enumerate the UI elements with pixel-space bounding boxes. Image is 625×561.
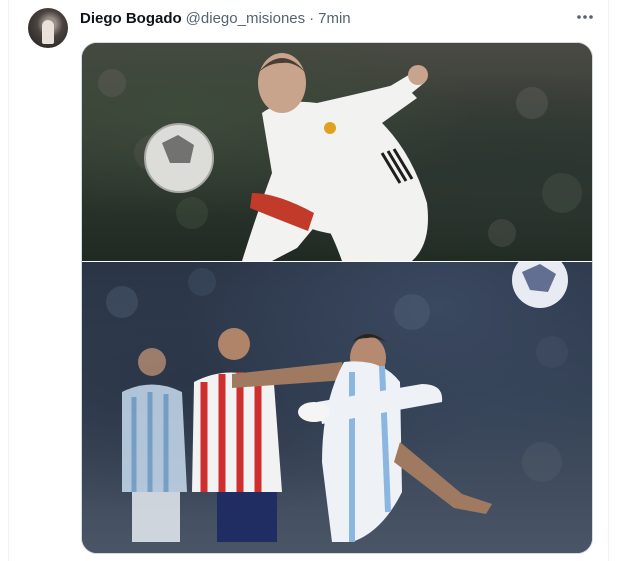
player-figure xyxy=(242,53,428,261)
tweet-media[interactable] xyxy=(81,42,593,554)
media-image-bottom[interactable] xyxy=(82,262,592,553)
separator-dot: · xyxy=(309,9,315,27)
tweet-header: Diego Bogado @diego_misiones · 7min xyxy=(80,8,351,28)
photo-top-illustration xyxy=(98,53,582,261)
ellipsis-icon xyxy=(577,15,593,19)
photo-bottom-illustration xyxy=(106,262,568,542)
background-player-blue xyxy=(122,348,187,542)
more-options-button[interactable] xyxy=(573,7,597,27)
ball-graphic-2 xyxy=(512,262,568,308)
avatar-figure xyxy=(42,20,54,44)
author-handle[interactable]: @diego_misiones xyxy=(186,10,305,27)
timestamp[interactable]: 7min xyxy=(318,10,351,27)
avatar[interactable] xyxy=(28,8,68,48)
author-name[interactable]: Diego Bogado xyxy=(80,10,182,27)
background-player-red xyxy=(192,328,282,542)
ball-graphic xyxy=(144,123,214,193)
media-image-top[interactable] xyxy=(82,43,592,261)
